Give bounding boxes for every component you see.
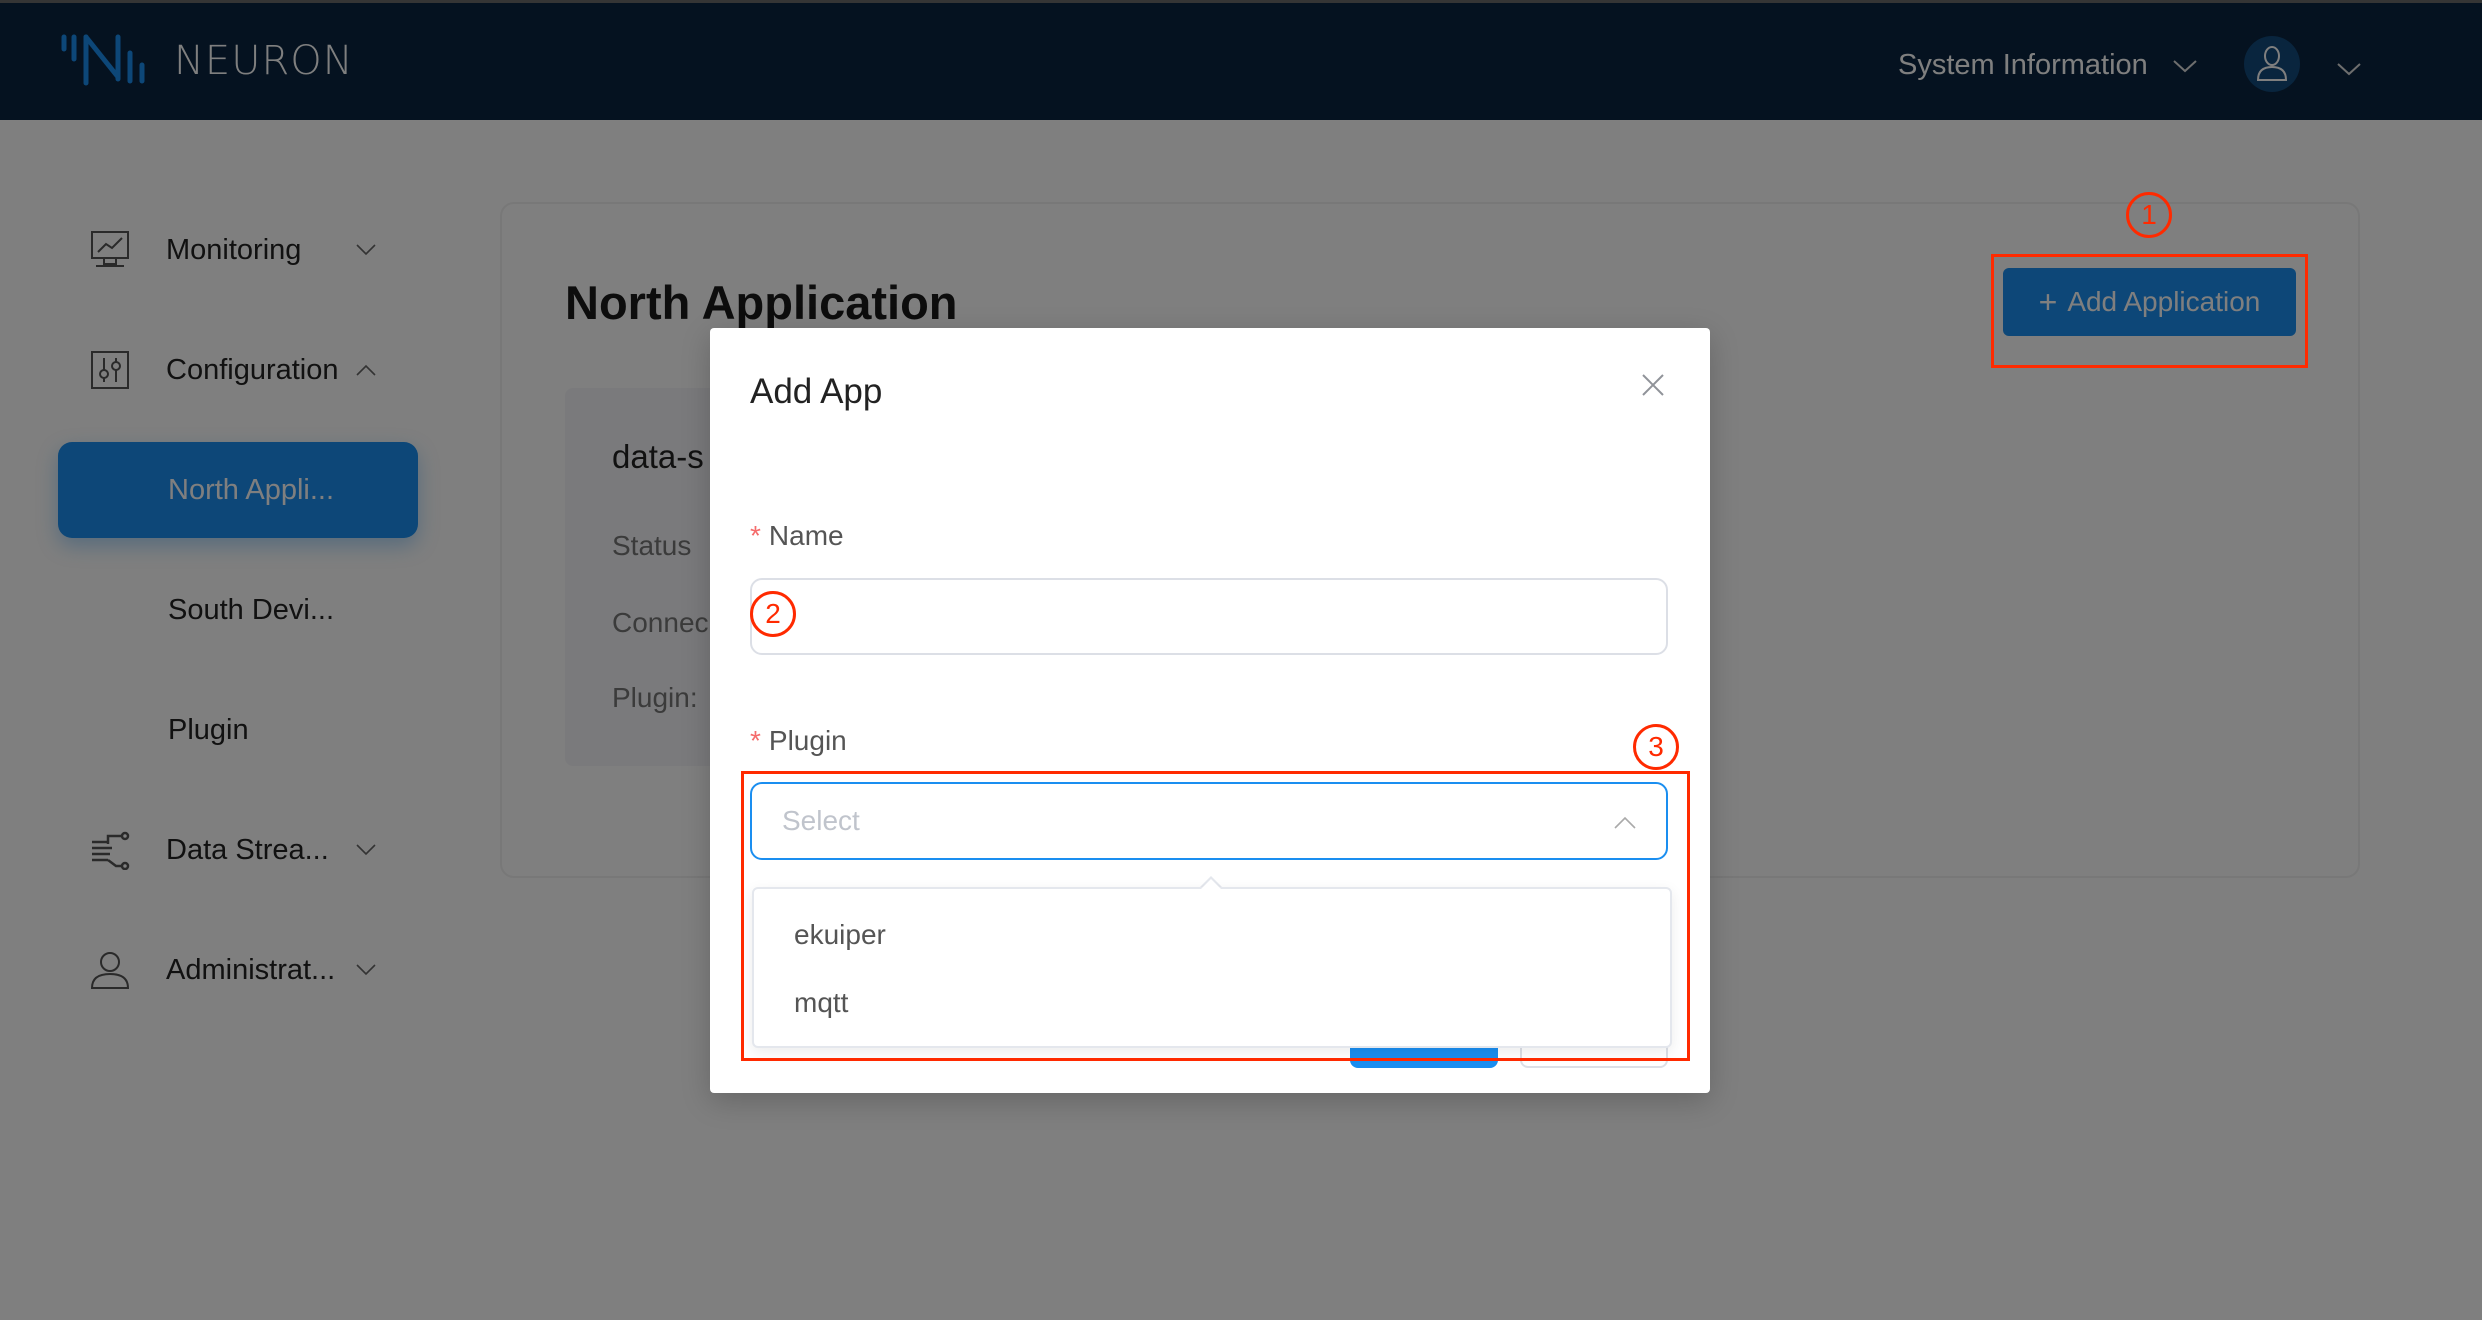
name-label-text: Name [768, 520, 844, 551]
required-marker: * [750, 725, 761, 756]
dialog-title: Add App [750, 372, 883, 411]
annotation-step-3: 3 [1633, 724, 1679, 770]
close-icon[interactable] [1640, 372, 1666, 398]
annotation-step-1: 1 [2126, 192, 2172, 238]
required-marker: * [750, 520, 761, 551]
annotation-step-2: 2 [750, 591, 796, 637]
plugin-label-text: Plugin [768, 725, 847, 756]
annotation-box-step-3 [741, 771, 1690, 1061]
name-input[interactable] [750, 578, 1668, 655]
annotation-box-step-1 [1991, 254, 2308, 368]
plugin-field-label: * Plugin [750, 725, 847, 757]
name-field-label: * Name [750, 520, 844, 552]
